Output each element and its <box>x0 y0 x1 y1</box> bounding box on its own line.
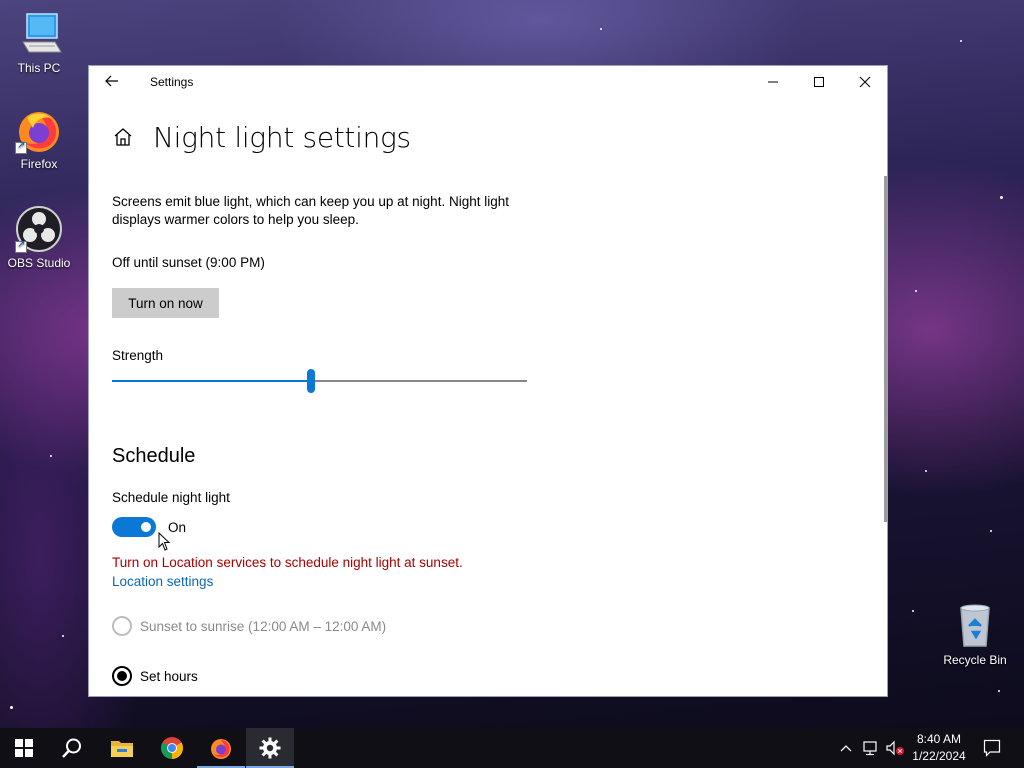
maximize-icon <box>814 77 824 87</box>
close-icon <box>859 76 871 88</box>
desktop-icon-firefox[interactable]: Firefox <box>0 106 78 171</box>
computer-icon <box>15 10 63 58</box>
desktop-icon-recycle-bin[interactable]: Recycle Bin <box>936 602 1014 667</box>
shortcut-arrow-icon <box>15 140 27 154</box>
taskbar-firefox[interactable] <box>197 728 245 768</box>
desktop-icon-label: OBS Studio <box>7 256 71 270</box>
shortcut-arrow-icon <box>15 239 27 253</box>
title-bar[interactable]: Settings <box>89 66 887 98</box>
radio-set-hours[interactable] <box>112 666 132 686</box>
obs-studio-icon <box>15 205 63 253</box>
start-icon <box>15 739 33 757</box>
notification-center-button[interactable] <box>980 728 1004 768</box>
desktop-icon-label: Firefox <box>20 157 58 171</box>
firefox-icon <box>15 106 63 154</box>
scrollbar[interactable] <box>884 176 887 522</box>
search-icon <box>62 738 81 758</box>
location-warning: Turn on Location services to schedule ni… <box>112 555 463 570</box>
search-button[interactable] <box>48 728 96 768</box>
recycle-bin-icon <box>951 602 999 650</box>
clock-date: 1/22/2024 <box>912 749 966 763</box>
turn-on-now-button[interactable]: Turn on now <box>112 288 219 318</box>
taskbar: 8:40 AM 1/22/2024 <box>0 728 1024 768</box>
chrome-icon <box>161 737 183 759</box>
settings-content: Night light settings Screens emit blue l… <box>112 98 887 696</box>
toggle-knob <box>141 522 151 532</box>
file-explorer-icon <box>111 741 133 757</box>
close-button[interactable] <box>842 66 887 98</box>
slider-thumb[interactable] <box>307 369 316 393</box>
volume-tray-button[interactable] <box>884 728 906 768</box>
schedule-night-light-label: Schedule night light <box>112 490 230 505</box>
firefox-icon <box>211 739 231 759</box>
radio-sunset-to-sunrise[interactable] <box>112 616 132 636</box>
schedule-toggle[interactable] <box>112 517 156 537</box>
network-icon <box>863 741 877 756</box>
radio-label-set-hours: Set hours <box>140 669 198 684</box>
show-hidden-icons-button[interactable] <box>836 728 856 768</box>
settings-icon <box>259 737 281 759</box>
network-tray-button[interactable] <box>860 728 882 768</box>
strength-slider[interactable] <box>112 368 527 394</box>
minimize-icon <box>768 81 778 83</box>
night-light-status: Off until sunset (9:00 PM) <box>112 255 265 270</box>
home-icon[interactable] <box>112 126 134 148</box>
desktop-icon-label: Recycle Bin <box>943 653 1007 667</box>
chevron-up-icon <box>840 745 852 752</box>
desktop-icon-this-pc[interactable]: This PC <box>0 10 78 75</box>
taskbar-clock[interactable]: 8:40 AM 1/22/2024 <box>906 731 972 765</box>
schedule-heading: Schedule <box>112 445 196 467</box>
window-title: Settings <box>150 75 194 89</box>
settings-window: Settings Night light settings Screens em… <box>88 65 888 697</box>
radio-label-sunset-to-sunrise: Sunset to sunrise (12:00 AM – 12:00 AM) <box>140 619 387 634</box>
slider-fill <box>112 380 312 382</box>
desktop-icon-obs-studio[interactable]: OBS Studio <box>0 205 78 270</box>
minimize-button[interactable] <box>750 66 796 98</box>
taskbar-chrome[interactable] <box>148 728 196 768</box>
taskbar-file-explorer[interactable] <box>98 728 146 768</box>
start-button[interactable] <box>0 728 48 768</box>
page-title: Night light settings <box>153 121 411 154</box>
night-light-description: Screens emit blue light, which can keep … <box>112 194 509 227</box>
location-settings-link[interactable]: Location settings <box>112 574 213 589</box>
clock-time: 8:40 AM <box>916 732 962 746</box>
back-button[interactable] <box>99 68 125 94</box>
maximize-button[interactable] <box>796 66 842 98</box>
desktop-icon-label: This PC <box>17 61 61 75</box>
taskbar-settings[interactable] <box>246 728 294 768</box>
notification-icon <box>983 739 1001 757</box>
volume-muted-icon <box>886 740 904 756</box>
back-arrow-icon <box>105 75 118 87</box>
strength-label: Strength <box>112 348 164 363</box>
mouse-cursor-icon <box>158 532 171 551</box>
